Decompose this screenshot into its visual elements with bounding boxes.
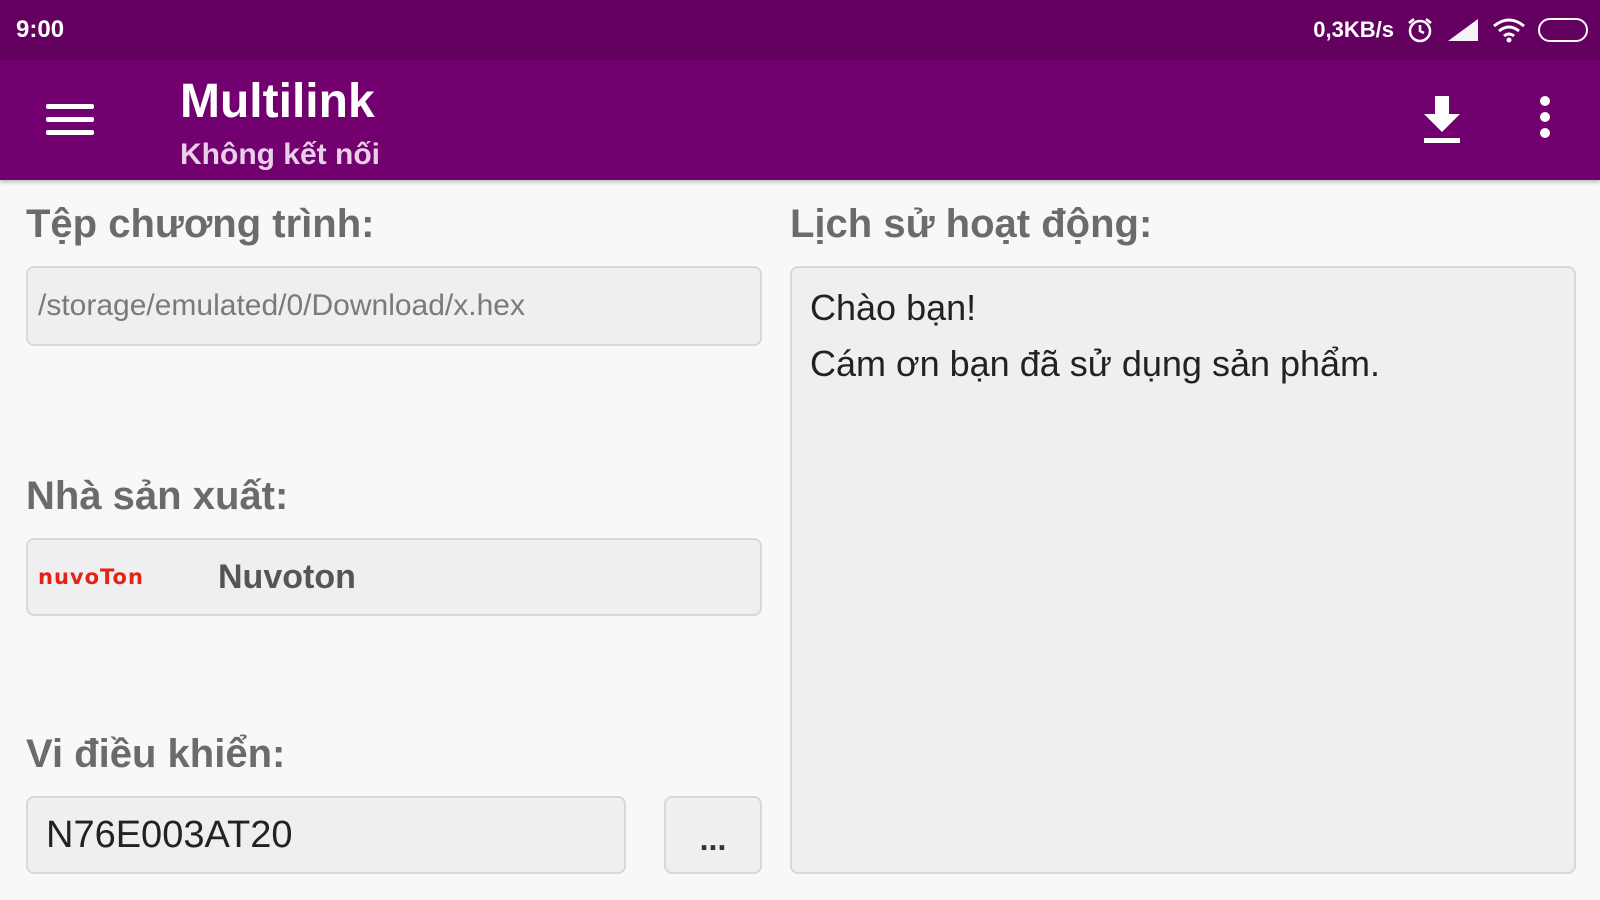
download-icon (1424, 96, 1460, 143)
status-bar: 9:00 0,3KB/s 58 (0, 0, 1600, 60)
manufacturer-label: Nhà sản xuất: (26, 474, 289, 518)
app-bar: Multilink Không kết nối (0, 60, 1600, 180)
status-indicators: 0,3KB/s 58 (1313, 14, 1588, 46)
program-file-label: Tệp chương trình: (26, 202, 375, 246)
wifi-icon (1492, 17, 1526, 43)
program-file-field[interactable]: /storage/emulated/0/Download/x.hex (26, 266, 762, 346)
status-time: 9:00 (16, 16, 65, 43)
microcontroller-label: Vi điều khiển: (26, 732, 286, 776)
manufacturer-selector[interactable]: nuvoTon Nuvoton (26, 538, 762, 616)
network-speed: 0,3KB/s (1313, 17, 1394, 42)
manufacturer-name: Nuvoton (218, 557, 356, 596)
more-options-button[interactable] (1530, 96, 1560, 146)
nuvoton-logo-text: nuvoTon (38, 565, 144, 589)
menu-button[interactable] (42, 100, 98, 140)
more-vert-icon (1530, 96, 1560, 138)
activity-history-label: Lịch sử hoạt động: (790, 202, 1153, 246)
battery-level: 58 (1566, 21, 1584, 39)
nuvoton-logo: nuvoTon (38, 562, 168, 592)
alarm-icon (1406, 16, 1434, 44)
menu-icon (42, 104, 98, 135)
microcontroller-field[interactable]: N76E003AT20 (26, 796, 626, 874)
history-line: Cám ơn bạn đã sử dụng sản phẩm. (810, 343, 1381, 384)
battery-icon: 58 (1538, 18, 1588, 42)
microcontroller-name: N76E003AT20 (46, 813, 293, 856)
download-button[interactable] (1418, 94, 1466, 146)
signal-icon (1446, 17, 1480, 43)
app-title: Multilink (180, 75, 375, 128)
connection-status: Không kết nối (180, 138, 380, 171)
program-file-path: /storage/emulated/0/Download/x.hex (38, 289, 525, 322)
browse-microcontroller-button[interactable]: ... (664, 796, 762, 874)
activity-history-log: Chào bạn! Cám ơn bạn đã sử dụng sản phẩm… (790, 266, 1576, 874)
history-line: Chào bạn! (810, 287, 977, 328)
